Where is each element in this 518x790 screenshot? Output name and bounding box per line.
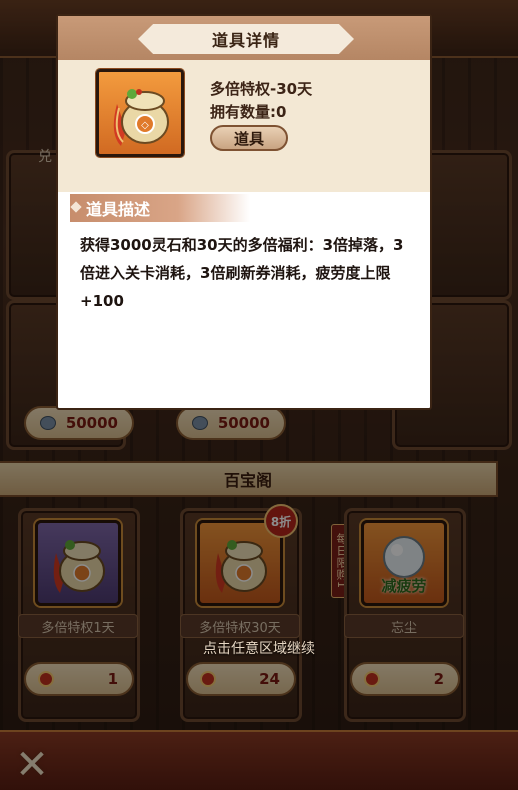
- continue-hint: 点击任意区域继续: [203, 641, 315, 657]
- item-description: 获得3000灵石和30天的多倍福利：3倍掉落，3倍进入关卡消耗，3倍刷新券消耗，…: [80, 236, 404, 310]
- item-type-button[interactable]: 道具: [210, 125, 288, 151]
- fortune-bag-icon: ◇: [113, 89, 169, 146]
- item-detail-popup: 道具详情 ◇ 多倍特权-30天 拥有数量:0 道具 道具描述 获得3000灵石和…: [56, 14, 432, 410]
- description-heading-text: 道具描述: [86, 200, 151, 219]
- popup-title: 道具详情: [138, 24, 354, 54]
- item-name: 多倍特权-30天: [210, 80, 313, 98]
- item-quantity: 拥有数量:0: [210, 103, 287, 121]
- popup-item-frame: ◇: [96, 69, 184, 157]
- svg-text:◇: ◇: [141, 120, 149, 131]
- description-heading: 道具描述: [70, 194, 250, 222]
